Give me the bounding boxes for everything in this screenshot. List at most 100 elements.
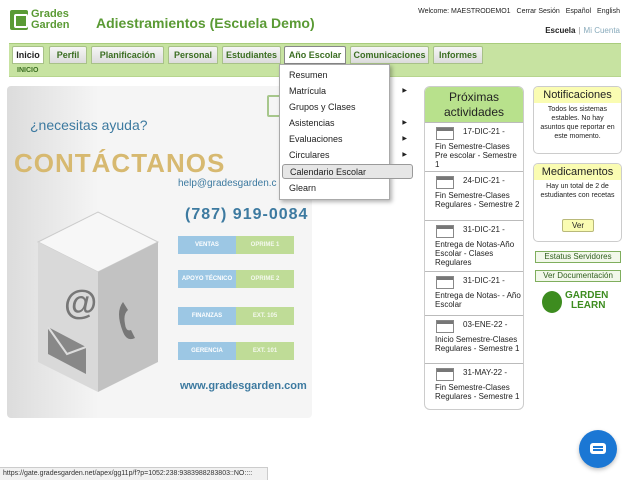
my-account-link[interactable]: Mi Cuenta [584, 26, 620, 35]
notifications-title: Notificaciones [534, 87, 621, 103]
contact-row: VENTAS OPRIME 1 [178, 236, 294, 254]
logo-text: Grades Garden [31, 9, 70, 31]
page-title: Adiestramientos (Escuela Demo) [96, 15, 315, 31]
menu-item-circulares[interactable]: Circulares ▶ [282, 148, 413, 163]
menu-item-resumen[interactable]: Resumen [282, 68, 413, 83]
menu-item-evaluaciones[interactable]: Evaluaciones ▶ [282, 132, 413, 147]
activity-description: Fin Semestre-Clases Regulares - Semestre… [435, 191, 520, 209]
contact-row-label: FINANZAS [178, 307, 236, 325]
help-contact-banner: ¿necesitas ayuda? CONTÁCTANOS help@grade… [7, 86, 312, 418]
help-heading: ¿necesitas ayuda? [30, 117, 148, 133]
view-medications-button[interactable]: Ver [562, 219, 594, 232]
activity-description: Inicio Semestre-Clases Regulares - Semes… [435, 335, 520, 353]
chat-icon [590, 443, 606, 454]
tab-personal[interactable]: Personal [168, 46, 218, 64]
activity-date: 31-MAY-22 - [463, 368, 508, 377]
activity-date: 31-DIC-21 - [463, 225, 505, 234]
view-documentation-button[interactable]: Ver Documentación [535, 270, 621, 282]
logo-icon [10, 10, 28, 30]
activity-date: 03-ENE-22 - [463, 320, 508, 329]
menu-item-label: Calendario Escolar [290, 167, 367, 177]
tab-ano-escolar[interactable]: Año Escolar [284, 46, 346, 64]
contact-heading: CONTÁCTANOS [14, 148, 226, 178]
contact-row-label: GERENCIA [178, 342, 236, 360]
submenu-arrow-icon: ▶ [402, 152, 407, 158]
calendar-icon [436, 127, 454, 140]
tab-estudiantes[interactable]: Estudiantes [222, 46, 281, 64]
school-current: Escuela [545, 26, 576, 35]
tab-comunicaciones[interactable]: Comunicaciones [350, 46, 429, 64]
garden-learn-text: GARDEN LEARN [565, 291, 608, 311]
calendar-icon [436, 368, 454, 381]
calendar-icon [436, 225, 454, 238]
menu-item-label: Evaluaciones [289, 134, 343, 144]
gradesgarden-logo[interactable]: Grades Garden [10, 9, 84, 33]
school-separator: | [578, 26, 581, 35]
activity-date: 17-DIC-21 - [463, 127, 505, 136]
menu-item-calendario-escolar[interactable]: Calendario Escolar [282, 164, 413, 179]
contact-row-label: VENTAS [178, 236, 236, 254]
menu-item-label: Asistencias [289, 118, 335, 128]
activity-item[interactable]: 31-MAY-22 - Fin Semestre-Clases Regulare… [425, 363, 523, 409]
tab-informes[interactable]: Informes [433, 46, 483, 64]
server-status-button[interactable]: Estatus Servidores [535, 251, 621, 263]
activity-date: 24-DIC-21 - [463, 176, 505, 185]
activity-description: Fin Semestre-Clases Pre escolar - Semest… [435, 142, 517, 169]
calendar-icon [436, 320, 454, 333]
notifications-body: Todos los sistemas estables. No hay asun… [540, 106, 615, 140]
top-links: Welcome: MAESTRODEMO1 Cerrar Sesión Espa… [418, 8, 620, 15]
language-english-link[interactable]: English [597, 8, 620, 15]
contact-row: FINANZAS EXT. 105 [178, 307, 294, 325]
calendar-icon [436, 276, 454, 289]
menu-item-label: Glearn [289, 183, 317, 193]
garden-learn-icon [542, 291, 562, 313]
menu-item-label: Circulares [289, 150, 330, 160]
upcoming-activities-panel: Próximas actividades 17-DIC-21 - Fin Sem… [424, 86, 524, 410]
activities-header: Próximas actividades [425, 87, 523, 122]
submenu-arrow-icon: ▶ [402, 136, 407, 142]
activity-item[interactable]: 03-ENE-22 - Inicio Semestre-Clases Regul… [425, 315, 523, 362]
tab-perfil[interactable]: Perfil [49, 46, 87, 64]
menu-item-glearn[interactable]: Glearn [282, 181, 413, 196]
help-phone: (787) 919-0084 [185, 206, 309, 223]
menu-item-label: Grupos y Clases [289, 102, 356, 112]
logout-link[interactable]: Cerrar Sesión [517, 8, 560, 15]
garden-learn-logo[interactable]: GARDEN LEARN [542, 289, 622, 319]
medications-panel: Medicamentos Hay un total de 2 de estudi… [533, 163, 622, 242]
activity-description: Fin Semestre-Clases Regulares - Semestre… [435, 383, 520, 401]
submenu-arrow-icon: ▶ [402, 120, 407, 126]
medications-title: Medicamentos [534, 164, 621, 180]
activity-date: 31-DIC-21 - [463, 276, 505, 285]
contact-row-value: OPRIME 1 [236, 236, 294, 254]
tab-planificacion[interactable]: Planificación [91, 46, 164, 64]
activity-description: Entrega de Notas- - Año Escolar [435, 291, 521, 309]
menu-item-matricula[interactable]: Matrícula ▶ [282, 84, 413, 99]
language-spanish-link[interactable]: Español [566, 8, 591, 15]
activity-item[interactable]: 17-DIC-21 - Fin Semestre-Clases Pre esco… [425, 122, 523, 170]
activity-item[interactable]: 24-DIC-21 - Fin Semestre-Clases Regulare… [425, 171, 523, 219]
notifications-panel: Notificaciones Todos los sistemas establ… [533, 86, 622, 154]
activity-item[interactable]: 31-DIC-21 - Entrega de Notas- - Año Esco… [425, 271, 523, 314]
calendar-icon [436, 176, 454, 189]
logo-line-2: Garden [31, 19, 70, 31]
contact-row: APOYO TÉCNICO OPRIME 2 [178, 270, 294, 288]
at-sign-icon: @ [64, 284, 97, 322]
contact-row: GERENCIA EXT. 101 [178, 342, 294, 360]
contact-row-value: EXT. 105 [236, 307, 294, 325]
browser-status-url: https://gate.gradesgarden.net/apex/gg11p… [0, 467, 268, 480]
chat-button[interactable] [579, 430, 617, 468]
menu-item-label: Matrícula [289, 86, 327, 96]
activity-item[interactable]: 31-DIC-21 - Entrega de Notas-Año Escolar… [425, 220, 523, 270]
submenu-arrow-icon: ▶ [402, 88, 407, 94]
school-links: Escuela | Mi Cuenta [545, 26, 620, 35]
breadcrumb-item[interactable]: INICIO [17, 67, 38, 74]
menu-item-asistencias[interactable]: Asistencias ▶ [282, 116, 413, 131]
help-email: help@gradesgarden.c [178, 178, 277, 189]
activities-title-line-2: actividades [443, 105, 505, 119]
garden-learn-line-2: LEARN [571, 300, 606, 311]
menu-item-label: Resumen [289, 70, 328, 80]
contact-row-value: OPRIME 2 [236, 270, 294, 288]
activity-description: Entrega de Notas-Año Escolar - Clases Re… [435, 240, 515, 267]
tab-inicio[interactable]: Inicio [12, 46, 44, 64]
menu-item-grupos-clases[interactable]: Grupos y Clases [282, 100, 413, 115]
